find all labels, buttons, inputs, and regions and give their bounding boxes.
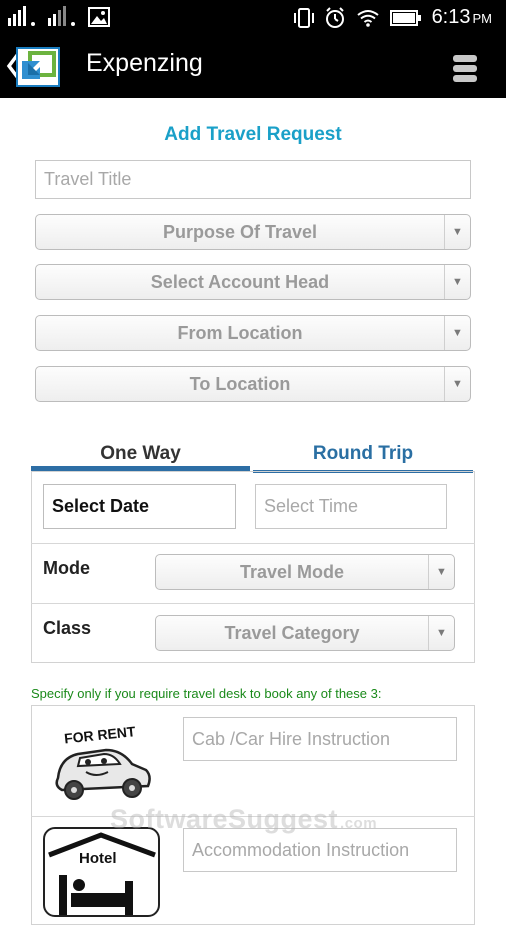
- select-time-placeholder: Select Time: [264, 496, 359, 516]
- page-title: Add Travel Request: [164, 124, 342, 145]
- app-bar: Expenzing: [0, 36, 506, 98]
- travel-category-label: Travel Category: [224, 622, 360, 643]
- status-time-ampm: PM: [472, 11, 493, 26]
- hotel-icon: Hotel: [48, 832, 156, 915]
- signal-1-icon: [8, 6, 35, 26]
- row-divider: [31, 543, 475, 544]
- status-time: 6:13 PM: [432, 6, 492, 29]
- select-time-input[interactable]: Select Time: [255, 484, 447, 529]
- from-location-select[interactable]: From Location ▼: [35, 315, 471, 351]
- mode-label: Mode: [43, 558, 90, 578]
- accommodation-instruction-placeholder: Accommodation Instruction: [192, 839, 410, 860]
- status-left: [8, 6, 110, 28]
- chevron-down-icon: ▼: [444, 215, 470, 249]
- chevron-down-icon: ▼: [444, 316, 470, 350]
- class-label: Class: [43, 618, 92, 638]
- menu-icon[interactable]: [452, 54, 478, 84]
- hotel-image: Hotel: [43, 827, 160, 917]
- hotel-text: Hotel: [79, 850, 117, 867]
- account-head-label: Select Account Head: [150, 271, 330, 292]
- alarm-icon: [325, 6, 344, 28]
- purpose-of-travel-label: Purpose Of Travel: [162, 221, 318, 242]
- travel-desk-note: Specify only if you require travel desk …: [31, 686, 382, 701]
- row-divider: [31, 603, 475, 604]
- from-location-label: From Location: [177, 322, 303, 343]
- travel-title-placeholder: Travel Title: [44, 169, 132, 189]
- app-logo-icon: [22, 51, 56, 79]
- to-location-select[interactable]: To Location ▼: [35, 366, 471, 402]
- app-title: Expenzing: [86, 49, 203, 77]
- travel-mode-label: Travel Mode: [239, 561, 345, 582]
- status-time-value: 6:13: [431, 6, 471, 28]
- chevron-down-icon: ▼: [444, 265, 470, 299]
- battery-icon: [389, 9, 421, 26]
- app-logo[interactable]: [16, 47, 60, 87]
- select-date-label: Select Date: [52, 496, 150, 516]
- account-head-select[interactable]: Select Account Head ▼: [35, 264, 471, 300]
- cab-instruction-input[interactable]: Cab /Car Hire Instruction: [183, 717, 457, 761]
- purpose-of-travel-select[interactable]: Purpose Of Travel ▼: [35, 214, 471, 250]
- watermark-text: SoftwareSuggest: [110, 804, 339, 834]
- wifi-icon: [356, 9, 379, 27]
- vibrate-icon: [293, 7, 314, 28]
- chevron-down-icon: ▼: [444, 367, 470, 401]
- chevron-down-icon: ▼: [428, 555, 454, 589]
- watermark-suffix: .com: [340, 815, 378, 832]
- car-rental-icon: FOR RENT: [55, 723, 151, 800]
- chevron-down-icon: ▼: [428, 616, 454, 650]
- main-content: Add Travel Request Travel Title Purpose …: [0, 98, 506, 925]
- watermark: SoftwareSuggest .com: [110, 804, 377, 835]
- select-date-input[interactable]: Select Date: [43, 484, 236, 529]
- image-notification-icon: [88, 7, 110, 27]
- status-bar: 6:13 PM: [0, 0, 506, 36]
- to-location-label: To Location: [189, 373, 291, 394]
- for-rent-text: FOR RENT: [63, 723, 136, 746]
- signal-2-icon: [48, 6, 75, 26]
- cab-instruction-placeholder: Cab /Car Hire Instruction: [192, 728, 391, 749]
- travel-title-input[interactable]: Travel Title: [35, 160, 471, 199]
- status-right: 6:13 PM: [293, 6, 492, 29]
- travel-category-select[interactable]: Travel Category ▼: [155, 615, 455, 651]
- travel-mode-select[interactable]: Travel Mode ▼: [155, 554, 455, 590]
